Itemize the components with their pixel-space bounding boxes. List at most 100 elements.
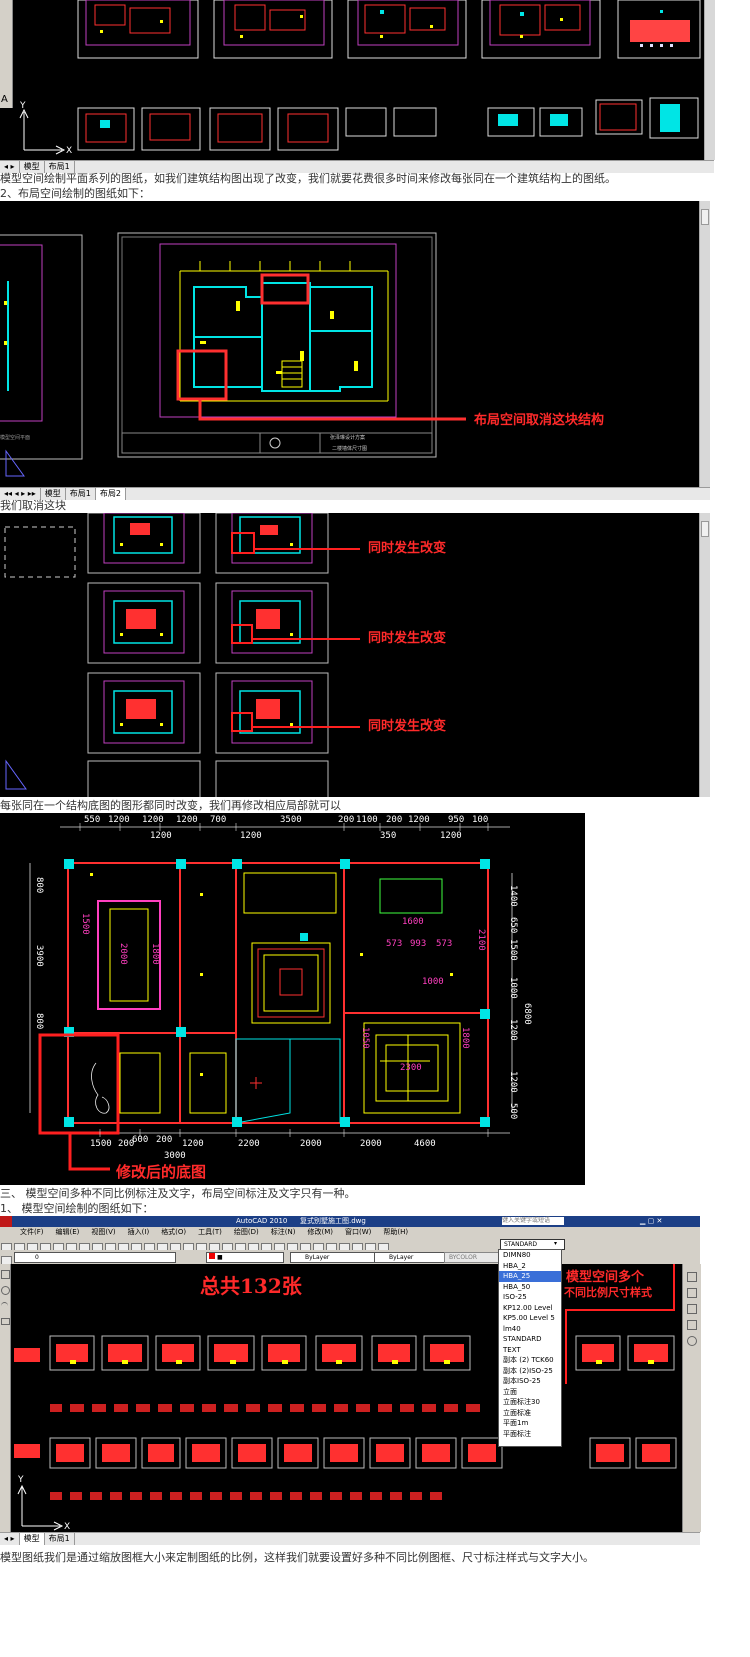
hatch-icon[interactable] (248, 1243, 259, 1250)
arc-icon[interactable] (222, 1243, 233, 1250)
move-object-icon[interactable] (687, 1320, 697, 1330)
rectangle-icon[interactable] (235, 1243, 246, 1250)
undo-icon[interactable] (92, 1243, 103, 1250)
menu-help[interactable]: 帮助(H) (377, 1227, 414, 1238)
search-input[interactable]: 键入关键字或短语 (502, 1217, 564, 1225)
trim-icon[interactable] (300, 1243, 311, 1250)
pan-icon[interactable] (118, 1243, 129, 1250)
window-controls[interactable]: ▁ ▢ ✕ (640, 1216, 662, 1227)
extend-icon[interactable] (313, 1243, 324, 1250)
open-icon[interactable] (14, 1243, 25, 1250)
arc-tool-icon[interactable] (1, 1302, 8, 1310)
scale-icon[interactable] (287, 1243, 298, 1250)
vertical-scrollbar-1[interactable] (704, 0, 715, 160)
standard-toolbar[interactable] (0, 1238, 500, 1250)
mirror-icon[interactable] (687, 1304, 697, 1314)
tab-layout2[interactable]: 布局2 (95, 488, 126, 500)
dimension-linear-icon[interactable] (339, 1243, 350, 1250)
redo-icon[interactable] (105, 1243, 116, 1250)
menu-draw[interactable]: 绘图(D) (228, 1227, 265, 1238)
left-draw-toolbar[interactable]: A (0, 0, 13, 108)
line-icon[interactable] (183, 1243, 194, 1250)
paste-icon[interactable] (79, 1243, 90, 1250)
properties-icon[interactable] (144, 1243, 155, 1250)
draw-toolbar-left[interactable] (0, 1264, 11, 1532)
dim-style-option[interactable]: 立面标准 (499, 1408, 561, 1419)
dim-style-option[interactable]: TEXT (499, 1345, 561, 1356)
zoom-icon[interactable] (131, 1243, 142, 1250)
line-tool-icon[interactable] (1, 1270, 10, 1279)
dimension-style-icon[interactable] (365, 1243, 376, 1250)
text-icon[interactable] (378, 1243, 389, 1250)
menu-view[interactable]: 视图(V) (85, 1227, 121, 1238)
chevron-down-icon[interactable]: ▾ (554, 1239, 562, 1248)
copy-icon[interactable] (66, 1243, 77, 1250)
linetype-select[interactable]: ByLayer (290, 1252, 382, 1263)
rotate-object-icon[interactable] (687, 1336, 697, 1346)
rotate-icon[interactable] (274, 1243, 285, 1250)
layer-select[interactable]: 0 (14, 1252, 176, 1263)
circle-tool-icon[interactable] (1, 1286, 10, 1295)
dim-style-option-selected[interactable]: HBA_25 (499, 1271, 561, 1282)
layout-tabs-2[interactable]: ◂◂ ◂ ▸ ▸▸ 模型 布局1 布局2 (0, 487, 710, 500)
layer-toolbar[interactable]: 0 ■ ByLayer ByLayer BYCOLOR (0, 1251, 500, 1267)
dim-style-option[interactable]: 副本ISO-25 (499, 1376, 561, 1387)
cad-viewport-model-1[interactable]: X Y A (0, 0, 704, 160)
menu-window[interactable]: 窗口(W) (339, 1227, 377, 1238)
tab-layout1[interactable]: 布局1 (45, 1533, 75, 1545)
dim-style-option[interactable]: 立面 (499, 1387, 561, 1398)
tool-palette-icon[interactable] (170, 1243, 181, 1250)
dim-style-option[interactable]: 平面标注 (499, 1429, 561, 1440)
menu-bar[interactable]: 文件(F) 编辑(E) 视图(V) 插入(I) 格式(O) 工具(T) 绘图(D) 标注(N)… (14, 1227, 700, 1238)
dim-style-option[interactable]: ISO-25 (499, 1292, 561, 1303)
menu-tools[interactable]: 工具(T) (192, 1227, 228, 1238)
tab-layout1[interactable]: 布局1 (66, 488, 96, 500)
dim-style-option[interactable]: STANDARD (499, 1334, 561, 1345)
dim-style-option[interactable]: 副本 (2)ISO-25 (499, 1366, 561, 1377)
vertical-scrollbar-2[interactable] (699, 201, 710, 487)
tab-nav-arrows[interactable]: ◂ ▸ (0, 1533, 20, 1545)
move-icon[interactable] (261, 1243, 272, 1250)
cut-icon[interactable] (53, 1243, 64, 1250)
vertical-scrollbar-3[interactable] (699, 513, 710, 797)
cad-viewport-layout-2[interactable]: 模型空间平面 布局空间取消这块结构 张泽琳设计方案 二楼墙体尺寸图 (0, 201, 699, 487)
menu-modify[interactable]: 修改(M) (301, 1227, 339, 1238)
menu-edit[interactable]: 编辑(E) (50, 1227, 86, 1238)
copy-object-icon[interactable] (687, 1288, 697, 1298)
lineweight-select[interactable]: ByLayer (374, 1252, 452, 1263)
cad-viewport-model-5[interactable]: X Y 总共132张 模型空间多个 不同比例尺寸样式 (10, 1264, 682, 1532)
new-icon[interactable] (1, 1243, 12, 1250)
text-tool-icon[interactable]: A (1, 94, 8, 105)
app-logo-icon[interactable] (0, 1216, 12, 1227)
dim-style-option[interactable]: KP5.00 Level 5 (499, 1313, 561, 1324)
dim-style-option[interactable]: 副本 (2) TCK60 (499, 1355, 561, 1366)
dimension-aligned-icon[interactable] (352, 1243, 363, 1250)
tab-model[interactable]: 模型 (19, 1533, 45, 1545)
dim-style-option[interactable]: DIMN80 (499, 1250, 561, 1261)
polyline-icon[interactable] (196, 1243, 207, 1250)
erase-icon[interactable] (687, 1272, 697, 1282)
print-icon[interactable] (40, 1243, 51, 1250)
design-center-icon[interactable] (157, 1243, 168, 1250)
dim-style-option[interactable]: HBA_50 (499, 1282, 561, 1293)
modify-toolbar-right[interactable] (682, 1264, 701, 1532)
menu-file[interactable]: 文件(F) (14, 1227, 50, 1238)
dim-style-option[interactable]: KP12.00 Level (499, 1303, 561, 1314)
dim-style-option[interactable]: 立面标注30 (499, 1397, 561, 1408)
dim-style-option[interactable]: HBA_2 (499, 1261, 561, 1272)
layout-tabs-5[interactable]: ◂ ▸ 模型 布局1 (0, 1532, 700, 1545)
dim-style-dropdown[interactable]: DIMN80 HBA_2 HBA_25 HBA_50 ISO-25 KP12.0… (498, 1249, 562, 1447)
cad-viewport-layout-3[interactable]: 同时发生改变 同时发生改变 同时发生改变 (0, 513, 699, 797)
menu-format[interactable]: 格式(O) (155, 1227, 192, 1238)
save-icon[interactable] (27, 1243, 38, 1250)
dim-style-option[interactable]: lm40 (499, 1324, 561, 1335)
menu-dimension[interactable]: 标注(N) (265, 1227, 302, 1238)
color-select[interactable]: ■ (206, 1252, 284, 1263)
cad-floor-plan-4[interactable]: 550 1200 1200 1200 700 3500 200 1100 200… (0, 813, 585, 1185)
circle-icon[interactable] (209, 1243, 220, 1250)
dim-style-option[interactable]: 平面1m (499, 1418, 561, 1429)
room-dim-10: 1800 (150, 943, 160, 965)
rect-tool-icon[interactable] (1, 1318, 10, 1325)
menu-insert[interactable]: 插入(I) (122, 1227, 156, 1238)
fillet-icon[interactable] (326, 1243, 337, 1250)
